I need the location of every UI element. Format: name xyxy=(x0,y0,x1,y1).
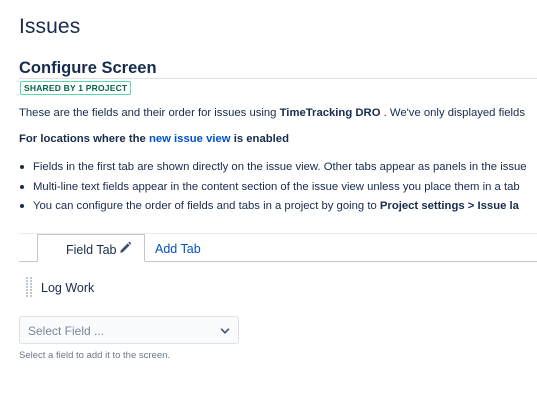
tab-field-tab[interactable]: Field Tab xyxy=(37,234,145,262)
add-tab-button[interactable]: Add Tab xyxy=(155,242,201,256)
shared-projects-badge[interactable]: SHARED BY 1 PROJECT xyxy=(20,81,132,95)
list-item: You can configure the order of fields an… xyxy=(19,199,527,219)
list-item-prefix: You can configure the order of fields an… xyxy=(33,200,380,212)
description-suffix: . We've only displayed fields xyxy=(380,107,525,119)
select-field-placeholder: Select Field ... xyxy=(28,324,105,338)
configure-screen-page: Issues Configure Screen SHARED BY 1 PROJ… xyxy=(19,0,537,404)
project-settings-path: Project settings > Issue la xyxy=(379,200,519,212)
locations-heading: For locations where the new issue view i… xyxy=(19,133,289,145)
list-item-text: Fields in the first tab are shown direct… xyxy=(33,161,527,173)
new-issue-view-link[interactable]: new issue view xyxy=(149,133,231,145)
locations-prefix: For locations where the xyxy=(19,133,149,145)
list-item: Multi-line text fields appear in the con… xyxy=(19,180,527,200)
locations-suffix: is enabled xyxy=(230,133,289,145)
screen-title: Configure Screen xyxy=(19,59,157,77)
field-row-log-work[interactable]: Log Work xyxy=(19,275,319,301)
select-field-help: Select a field to add it to the screen. xyxy=(19,350,171,361)
description-prefix: These are the fields and their order for… xyxy=(19,107,280,119)
drag-handle-icon[interactable] xyxy=(26,277,33,298)
page-title: Issues xyxy=(19,15,81,38)
chevron-down-icon xyxy=(220,328,230,334)
info-list: Fields in the first tab are shown direct… xyxy=(19,160,527,219)
screen-description: These are the fields and their order for… xyxy=(19,107,525,119)
list-item-text: Multi-line text fields appear in the con… xyxy=(33,180,520,193)
field-name: Log Work xyxy=(41,281,95,295)
title-divider xyxy=(19,78,537,79)
pencil-icon[interactable] xyxy=(118,241,132,255)
scheme-name: TimeTracking DRO xyxy=(279,107,381,119)
select-field-dropdown[interactable]: Select Field ... xyxy=(19,316,239,344)
list-item: Fields in the first tab are shown direct… xyxy=(19,160,527,180)
tab-label: Field Tab xyxy=(66,243,117,257)
